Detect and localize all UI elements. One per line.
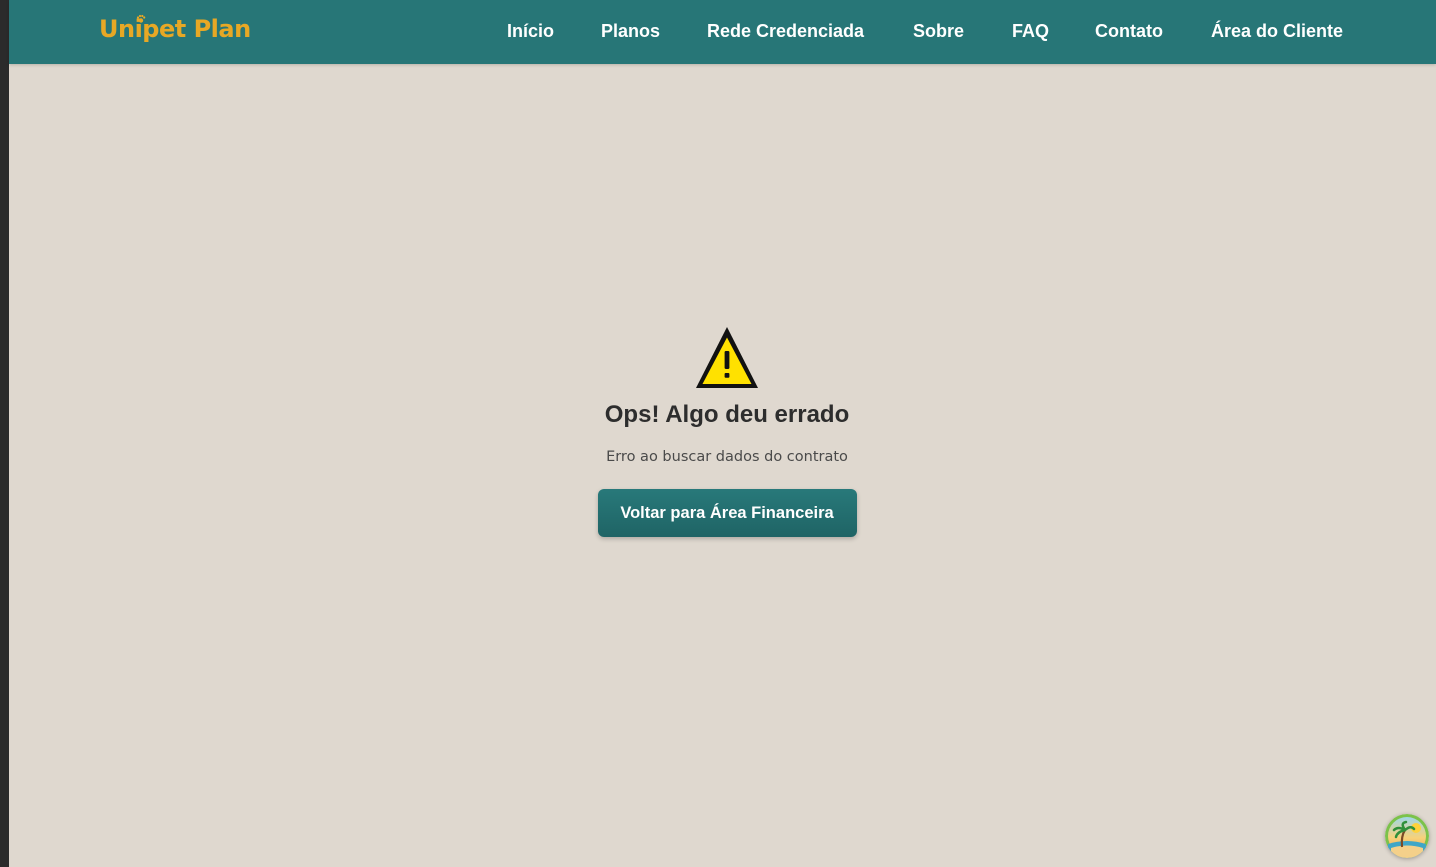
nav-link-rede-credenciada[interactable]: Rede Credenciada <box>707 21 864 42</box>
error-panel: Ops! Algo deu errado Erro ao buscar dado… <box>527 322 927 537</box>
nav-link-sobre[interactable]: Sobre <box>913 21 964 42</box>
error-title: Ops! Algo deu errado <box>604 401 850 428</box>
warning-triangle-icon <box>696 327 758 388</box>
floating-widget-button[interactable] <box>1385 814 1429 858</box>
nav-link-area-do-cliente[interactable]: Área do Cliente <box>1211 21 1343 42</box>
left-window-edge <box>0 0 9 867</box>
nav-link-planos[interactable]: Planos <box>601 21 660 42</box>
top-navbar: Unipet Plan Início Planos Rede Credencia… <box>9 0 1436 64</box>
nav-link-contato[interactable]: Contato <box>1095 21 1163 42</box>
nav-link-inicio[interactable]: Início <box>507 21 554 42</box>
beach-island-icon <box>1385 814 1429 858</box>
error-message: Erro ao buscar dados do contrato <box>606 449 848 465</box>
logo[interactable]: Unipet Plan <box>99 15 251 43</box>
back-to-financial-area-button[interactable]: Voltar para Área Financeira <box>597 489 857 537</box>
nav-link-faq[interactable]: FAQ <box>1012 21 1049 42</box>
paw-icon <box>136 14 146 23</box>
